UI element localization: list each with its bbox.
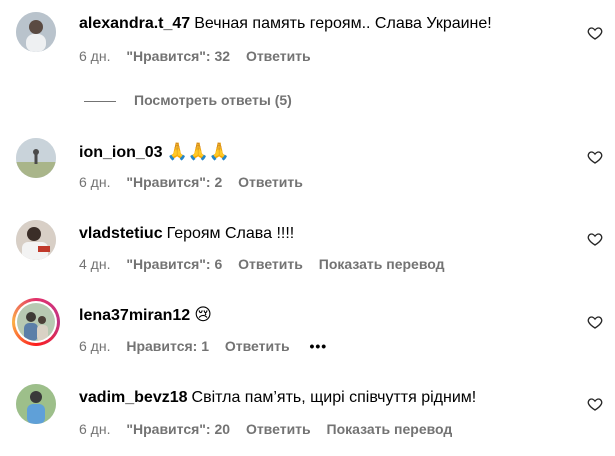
reply-button[interactable]: Ответить [246,47,311,65]
comment-text: 😢 [194,305,212,325]
timestamp[interactable]: 4 дн. [79,255,110,273]
avatar [17,303,55,341]
story-avatar[interactable] [12,298,60,346]
reply-button[interactable]: Ответить [238,255,303,273]
comment-text: Героям Слава !!!! [166,225,295,242]
translate-button[interactable]: Показать перевод [319,255,445,273]
likes-count[interactable]: "Нравится": 2 [126,173,222,191]
heart-icon[interactable] [587,25,603,41]
avatar[interactable] [16,384,56,424]
username[interactable]: vladstetiuc [79,225,163,242]
comment-text: Світла пам’ять, щирі співчуття рідним! [191,389,477,406]
heart-icon[interactable] [587,396,603,412]
likes-count[interactable]: "Нравится": 20 [126,420,230,438]
heart-icon[interactable] [587,231,603,247]
avatar[interactable] [16,220,56,260]
heart-icon[interactable] [587,314,603,330]
likes-count[interactable]: Нравится: 1 [126,337,209,355]
timestamp[interactable]: 6 дн. [79,420,110,438]
username[interactable]: ion_ion_03 [79,144,163,161]
divider [84,100,116,102]
likes-count[interactable]: "Нравится": 6 [126,255,222,273]
view-replies-row: Посмотреть ответы (5) [84,91,292,109]
avatar[interactable] [16,138,56,178]
reply-button[interactable]: Ответить [225,337,290,355]
likes-count[interactable]: "Нравится": 32 [126,47,230,65]
username[interactable]: lena37miran12 [79,307,190,324]
username[interactable]: vadim_bevz18 [79,389,188,406]
more-options-icon[interactable]: ••• [309,337,327,355]
avatar[interactable] [16,12,56,52]
comment-text: Вечная память героям.. Слава Украине! [194,15,492,32]
heart-icon[interactable] [587,149,603,165]
reply-button[interactable]: Ответить [246,420,311,438]
comment-text: 🙏🙏🙏 [166,142,231,162]
timestamp[interactable]: 6 дн. [79,173,110,191]
view-replies-button[interactable]: Посмотреть ответы (5) [134,92,292,108]
username[interactable]: alexandra.t_47 [79,15,190,32]
translate-button[interactable]: Показать перевод [327,420,453,438]
timestamp[interactable]: 6 дн. [79,337,110,355]
timestamp[interactable]: 6 дн. [79,47,110,65]
reply-button[interactable]: Ответить [238,173,303,191]
